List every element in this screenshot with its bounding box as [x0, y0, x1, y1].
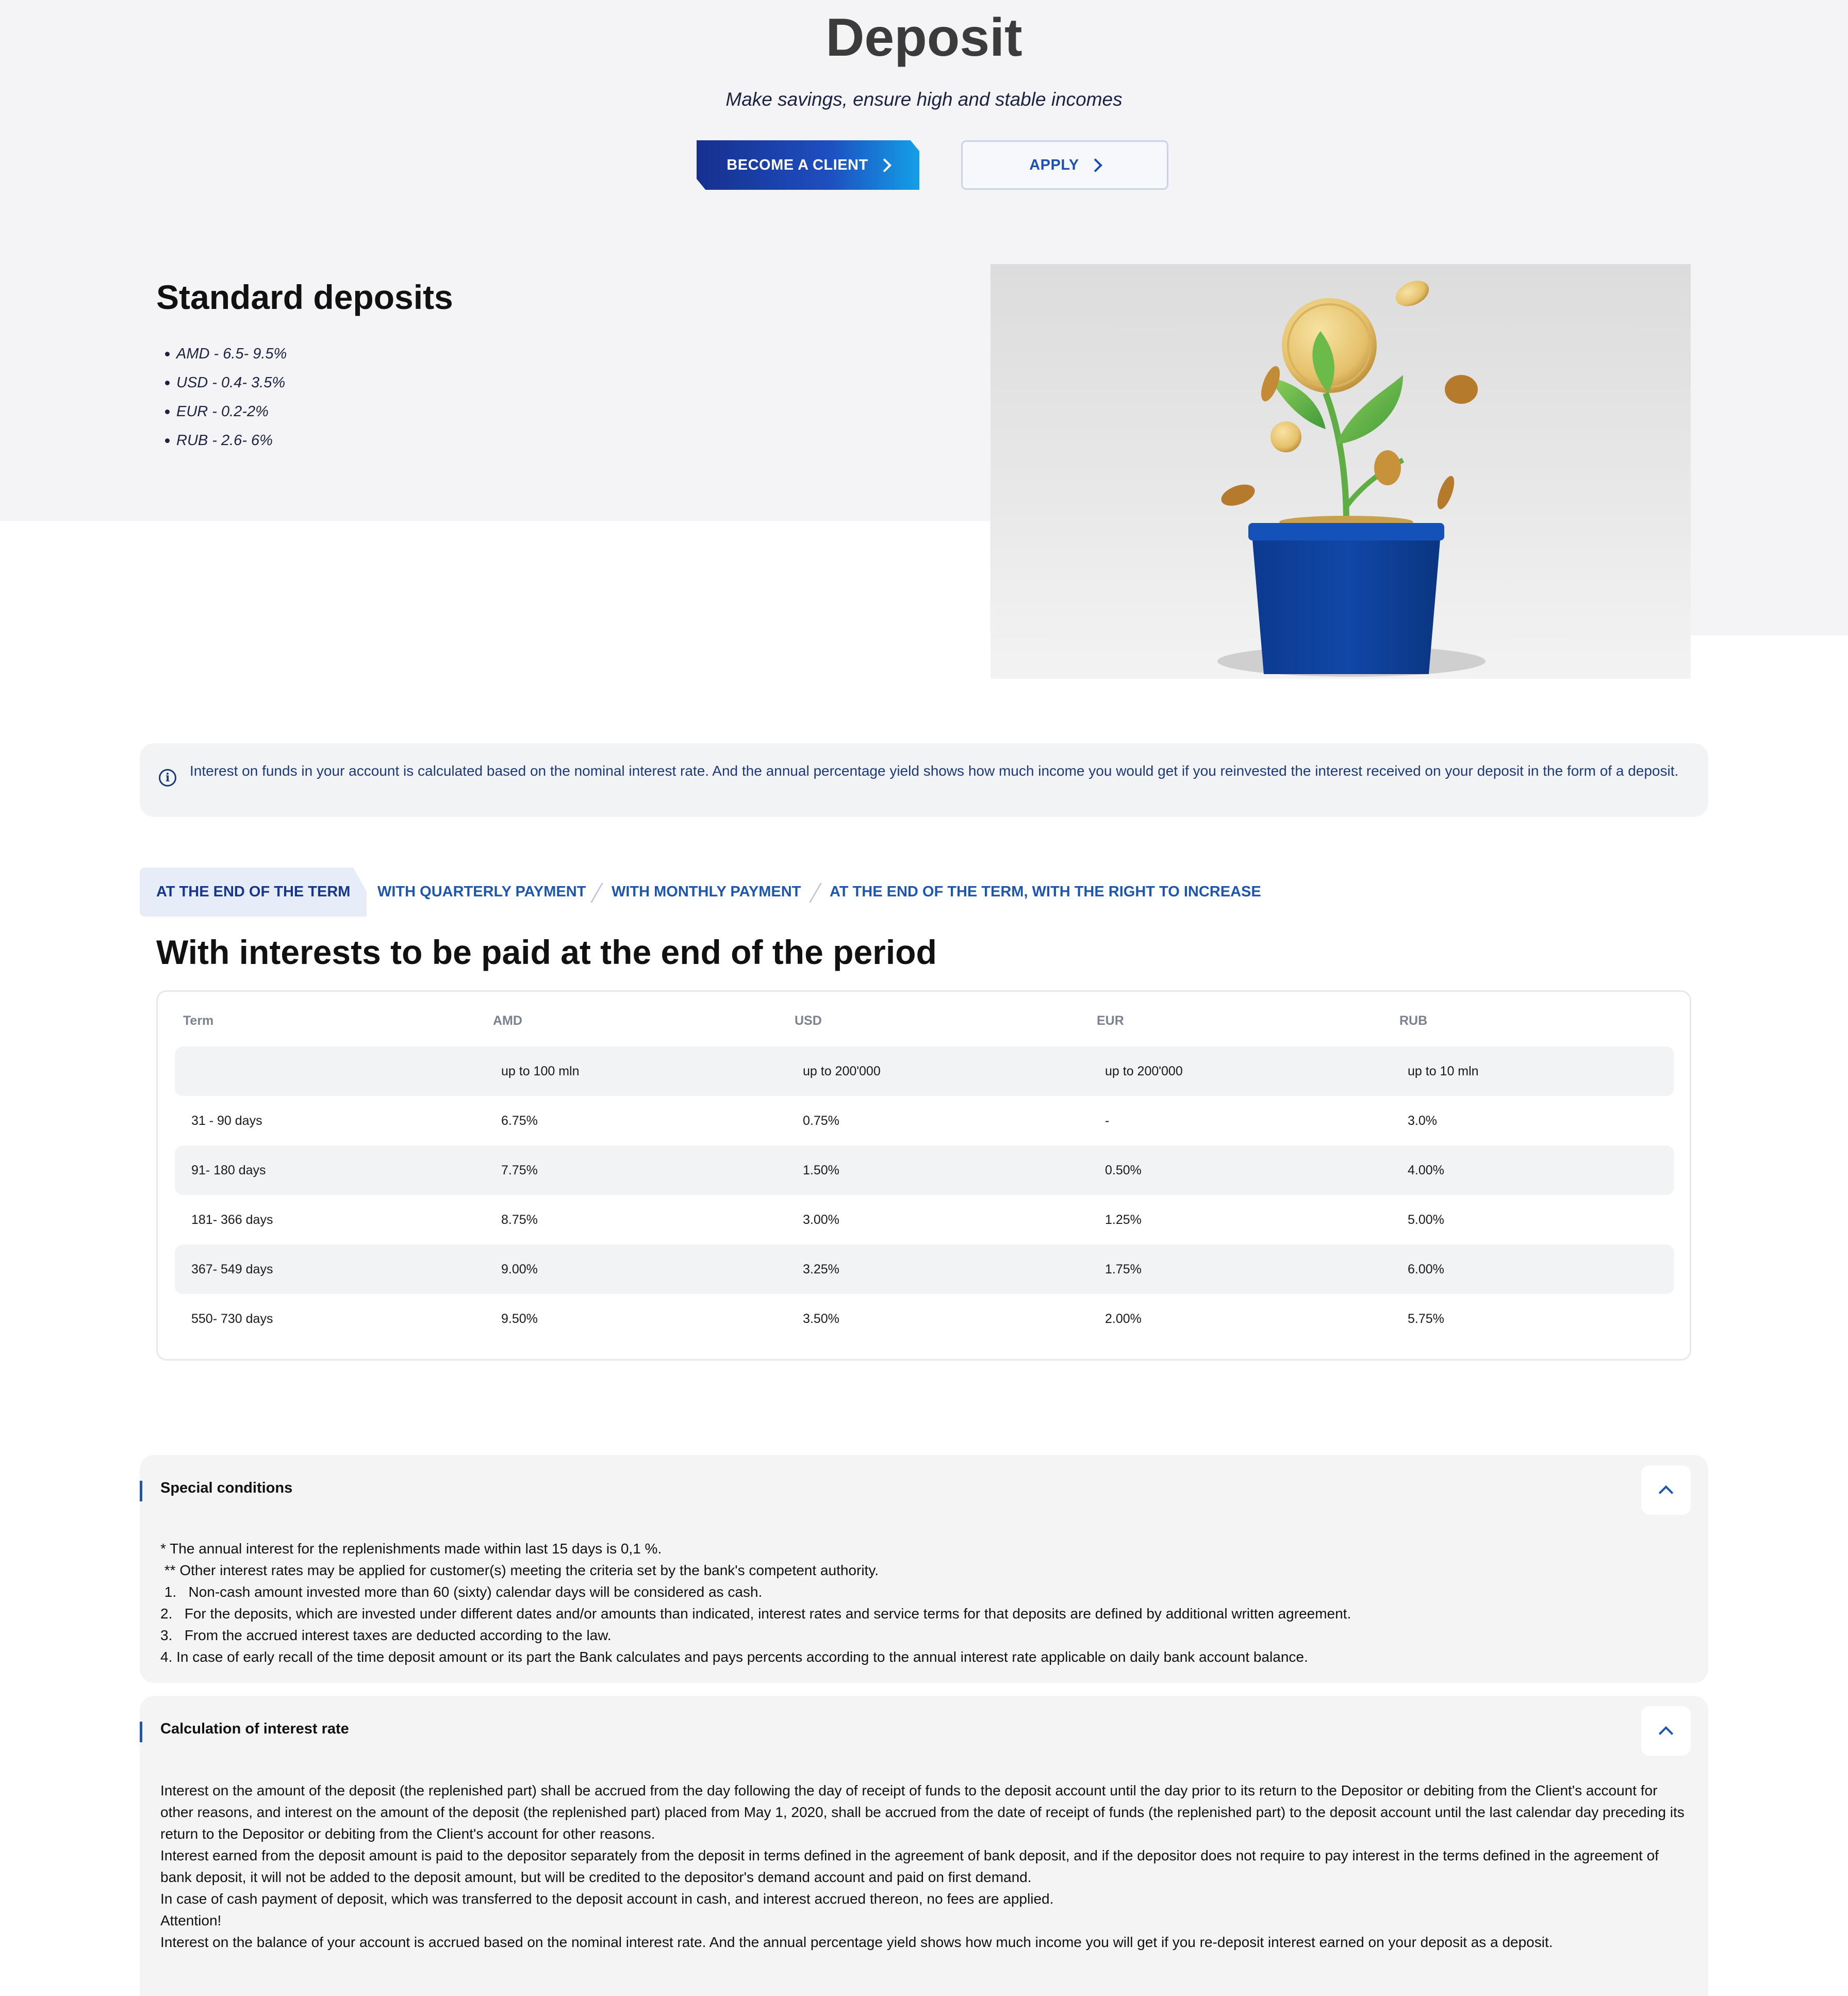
table-cell: up to 100 mln: [501, 1064, 580, 1078]
rates-table: Term AMD USD EUR RUB up to 100 mln up to…: [156, 990, 1691, 1361]
table-cell: 3.25%: [803, 1262, 839, 1277]
condition-line: 2. For the deposits, which are invested …: [160, 1606, 1351, 1622]
condition-line: ** Other interest rates may be applied f…: [160, 1562, 879, 1578]
calculation-line: Interest earned from the deposit amount …: [160, 1847, 1663, 1885]
table-cell: 7.75%: [501, 1163, 538, 1177]
chevron-up-icon: [1658, 1485, 1674, 1500]
table-cell: 2.00%: [1105, 1312, 1142, 1326]
accordion-body: * The annual interest for the replenishm…: [160, 1538, 1687, 1668]
calculation-line: Interest on the balance of your account …: [160, 1934, 1553, 1950]
tab-divider: [809, 883, 822, 903]
column-header: RUB: [1399, 1013, 1428, 1028]
tab-monthly-payment[interactable]: WITH MONTHLY PAYMENT: [612, 868, 801, 917]
info-note-text: Interest on funds in your account is cal…: [190, 763, 1679, 779]
table-cell: 0.75%: [803, 1114, 839, 1128]
rates-section-title: With interests to be paid at the end of …: [156, 933, 937, 971]
table-cell: 367- 549 days: [191, 1262, 273, 1277]
info-note: i Interest on funds in your account is c…: [140, 743, 1708, 817]
tab-divider: [590, 883, 603, 903]
accordion-marker: [140, 1481, 142, 1501]
table-cell: 4.00%: [1408, 1163, 1444, 1177]
tab-label: AT THE END OF THE TERM: [156, 884, 351, 900]
table-cell: 181- 366 days: [191, 1213, 273, 1227]
column-header: USD: [795, 1013, 822, 1028]
table-cell: 1.50%: [803, 1163, 839, 1177]
calculation-line: Interest on the amount of the deposit (t…: [160, 1782, 1689, 1842]
become-client-label: BECOME A CLIENT: [727, 156, 868, 173]
page-subtitle: Make savings, ensure high and stable inc…: [725, 89, 1123, 110]
table-cell: 91- 180 days: [191, 1163, 266, 1177]
chevron-up-icon: [1658, 1726, 1674, 1741]
collapse-toggle[interactable]: [1641, 1706, 1691, 1756]
tab-end-of-term[interactable]: AT THE END OF THE TERM: [140, 868, 367, 917]
accordion-title[interactable]: Calculation of interest rate: [160, 1721, 349, 1738]
rate-item: RUB - 2.6- 6%: [165, 429, 287, 458]
apply-button[interactable]: APPLY: [961, 140, 1168, 190]
condition-line: 4. In case of early recall of the time d…: [160, 1649, 1308, 1665]
calculation-line: In case of cash payment of deposit, whic…: [160, 1891, 1054, 1907]
table-cell: 31 - 90 days: [191, 1114, 262, 1128]
table-cell: 3.0%: [1408, 1114, 1437, 1128]
rate-item: USD - 0.4- 3.5%: [165, 371, 287, 400]
table-cell: 1.75%: [1105, 1262, 1142, 1277]
page-title: Deposit: [826, 8, 1022, 68]
tab-quarterly-payment[interactable]: WITH QUARTERLY PAYMENT: [377, 868, 586, 917]
accordion-title[interactable]: Special conditions: [160, 1480, 292, 1497]
chevron-right-icon: [1088, 158, 1102, 172]
chevron-right-icon: [877, 158, 892, 172]
table-cell: 550- 730 days: [191, 1312, 273, 1326]
become-client-button[interactable]: BECOME A CLIENT: [697, 140, 919, 190]
table-row: 550- 730 days 9.50% 3.50% 2.00% 5.75%: [175, 1294, 1674, 1344]
table-cell: 9.00%: [501, 1262, 538, 1277]
table-cell: up to 10 mln: [1408, 1064, 1479, 1078]
collapse-toggle[interactable]: [1641, 1465, 1691, 1515]
condition-line: * The annual interest for the replenishm…: [160, 1541, 662, 1557]
table-cell: 9.50%: [501, 1312, 538, 1326]
plant-pot-coins-illustration: [991, 264, 1691, 679]
table-row: 181- 366 days 8.75% 3.00% 1.25% 5.00%: [175, 1195, 1674, 1245]
table-cell: 1.25%: [1105, 1213, 1142, 1227]
table-row: 91- 180 days 7.75% 1.50% 0.50% 4.00%: [175, 1146, 1674, 1195]
tab-end-of-term-increase[interactable]: AT THE END OF THE TERM, WITH THE RIGHT T…: [830, 868, 1261, 917]
special-conditions-accordion: Special conditions * The annual interest…: [140, 1455, 1708, 1683]
table-cell: 3.00%: [803, 1213, 839, 1227]
table-cell: -: [1105, 1114, 1110, 1128]
tab-label: WITH MONTHLY PAYMENT: [612, 884, 801, 900]
table-row: up to 100 mln up to 200'000 up to 200'00…: [175, 1046, 1674, 1096]
column-header: AMD: [493, 1013, 522, 1028]
table-cell: up to 200'000: [803, 1064, 881, 1078]
standard-deposits-rates: AMD - 6.5- 9.5% USD - 0.4- 3.5% EUR - 0.…: [165, 342, 287, 458]
info-icon: i: [159, 769, 176, 787]
tab-label: AT THE END OF THE TERM, WITH THE RIGHT T…: [830, 884, 1261, 900]
calculation-line: Attention!: [160, 1912, 222, 1928]
table-cell: 6.00%: [1408, 1262, 1444, 1277]
table-cell: 5.00%: [1408, 1213, 1444, 1227]
tab-label: WITH QUARTERLY PAYMENT: [377, 884, 586, 900]
condition-line: 1. Non-cash amount invested more than 60…: [160, 1584, 763, 1600]
accordion-marker: [140, 1722, 142, 1742]
rate-item: EUR - 0.2-2%: [165, 400, 287, 429]
table-row: 367- 549 days 9.00% 3.25% 1.75% 6.00%: [175, 1245, 1674, 1294]
condition-line: 3. From the accrued interest taxes are d…: [160, 1627, 612, 1643]
table-cell: 3.50%: [803, 1312, 839, 1326]
apply-label: APPLY: [1029, 156, 1079, 173]
column-header: EUR: [1097, 1013, 1124, 1028]
column-header: Term: [183, 1013, 214, 1028]
table-cell: 5.75%: [1408, 1312, 1444, 1326]
calculation-accordion: Calculation of interest rate Interest on…: [140, 1696, 1708, 1996]
table-cell: 6.75%: [501, 1114, 538, 1128]
accordion-body: Interest on the amount of the deposit (t…: [160, 1780, 1687, 1953]
standard-deposits-title: Standard deposits: [156, 278, 453, 316]
table-row: 31 - 90 days 6.75% 0.75% - 3.0%: [175, 1096, 1674, 1146]
table-cell: 0.50%: [1105, 1163, 1142, 1177]
table-cell: 8.75%: [501, 1213, 538, 1227]
table-cell: up to 200'000: [1105, 1064, 1183, 1078]
rate-item: AMD - 6.5- 9.5%: [165, 342, 287, 371]
